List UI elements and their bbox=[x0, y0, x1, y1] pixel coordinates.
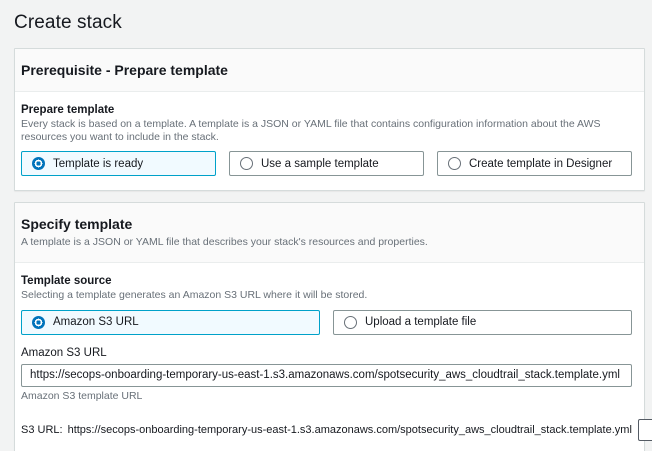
prerequisite-card-body: Prepare template Every stack is based on… bbox=[15, 92, 644, 190]
radio-tile-label: Template is ready bbox=[53, 158, 143, 170]
s3-url-summary-value: https://secops-onboarding-temporary-us-e… bbox=[68, 424, 632, 436]
specify-template-card-header: Specify template A template is a JSON or… bbox=[15, 203, 644, 263]
radio-tile-upload-template-file[interactable]: Upload a template file bbox=[333, 310, 632, 335]
prerequisite-card-header: Prerequisite - Prepare template bbox=[15, 49, 644, 92]
template-source-description: Selecting a template generates an Amazon… bbox=[21, 289, 632, 302]
radio-unselected-icon bbox=[448, 157, 461, 170]
specify-template-card-body: Template source Selecting a template gen… bbox=[15, 263, 644, 451]
prerequisite-card: Prerequisite - Prepare template Prepare … bbox=[14, 48, 645, 191]
prepare-template-options: Template is ready Use a sample template … bbox=[21, 151, 632, 176]
amazon-s3-url-input[interactable] bbox=[21, 364, 632, 387]
radio-tile-label: Create template in Designer bbox=[469, 158, 612, 170]
radio-unselected-icon bbox=[240, 157, 253, 170]
s3-url-summary-text: S3 URL: https://secops-onboarding-tempora… bbox=[21, 424, 632, 436]
specify-template-card-description: A template is a JSON or YAML file that d… bbox=[21, 236, 632, 249]
radio-tile-use-sample-template[interactable]: Use a sample template bbox=[229, 151, 424, 176]
radio-tile-label: Amazon S3 URL bbox=[53, 316, 139, 328]
view-in-designer-button[interactable]: View in Designer bbox=[638, 419, 652, 441]
radio-tile-amazon-s3-url[interactable]: Amazon S3 URL bbox=[21, 310, 320, 335]
radio-tile-create-template-in-designer[interactable]: Create template in Designer bbox=[437, 151, 632, 176]
page-title: Create stack bbox=[14, 12, 645, 34]
radio-tile-template-is-ready[interactable]: Template is ready bbox=[21, 151, 216, 176]
radio-tile-label: Upload a template file bbox=[365, 316, 476, 328]
amazon-s3-url-helper: Amazon S3 template URL bbox=[21, 390, 632, 402]
prepare-template-description: Every stack is based on a template. A te… bbox=[21, 118, 632, 144]
radio-tile-label: Use a sample template bbox=[261, 158, 379, 170]
specify-template-card-title: Specify template bbox=[21, 216, 632, 232]
s3-url-summary-label: S3 URL: bbox=[21, 424, 63, 436]
template-source-label: Template source bbox=[21, 275, 632, 287]
prerequisite-card-title: Prerequisite - Prepare template bbox=[21, 62, 632, 78]
prepare-template-label: Prepare template bbox=[21, 104, 632, 116]
radio-selected-icon bbox=[32, 316, 45, 329]
specify-template-card: Specify template A template is a JSON or… bbox=[14, 202, 645, 451]
radio-unselected-icon bbox=[344, 316, 357, 329]
radio-selected-icon bbox=[32, 157, 45, 170]
template-source-options: Amazon S3 URL Upload a template file bbox=[21, 310, 632, 335]
create-stack-page: Create stack Prerequisite - Prepare temp… bbox=[0, 0, 652, 451]
s3-url-summary-row: S3 URL: https://secops-onboarding-tempora… bbox=[21, 419, 632, 441]
amazon-s3-url-label: Amazon S3 URL bbox=[21, 347, 632, 359]
